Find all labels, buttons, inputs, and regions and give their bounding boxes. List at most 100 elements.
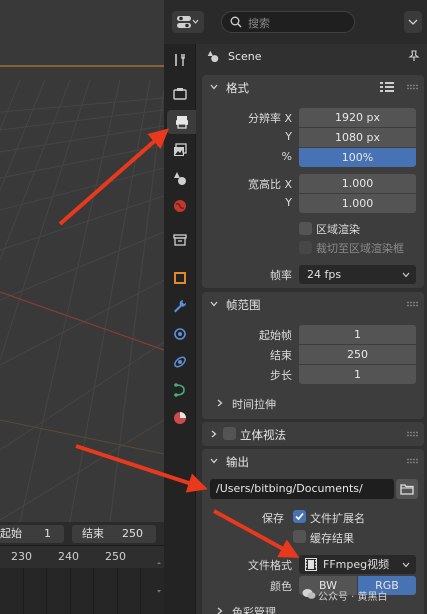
properties-tabs xyxy=(164,44,197,614)
physics-orbit-icon xyxy=(174,356,186,368)
crop-to-region-label: 裁切至区域渲染框 xyxy=(316,242,404,255)
tab-view-layer[interactable] xyxy=(168,138,192,162)
frame-end-field[interactable]: 250 xyxy=(299,345,416,364)
panel-title: 输出 xyxy=(226,455,249,469)
editor-type-button[interactable] xyxy=(172,11,204,33)
start-frame-field[interactable]: 起始 1 xyxy=(0,525,64,543)
chevron-down-icon xyxy=(402,272,410,278)
3d-viewport[interactable] xyxy=(0,0,164,522)
properties-editor-icon xyxy=(177,16,199,28)
chevron-down-icon xyxy=(408,19,418,25)
header-options-dropdown[interactable] xyxy=(404,11,422,33)
timeline-body[interactable] xyxy=(0,568,164,614)
chevron-down-icon xyxy=(210,84,218,90)
start-frame-value: 1 xyxy=(44,527,51,540)
tab-output[interactable] xyxy=(167,110,197,134)
output-printer-icon xyxy=(176,116,188,129)
tick-label: 250 xyxy=(105,550,126,563)
aspect-x-field[interactable]: 1.000 xyxy=(299,174,416,193)
resolution-percent-label: % xyxy=(281,150,292,163)
chevron-right-icon xyxy=(217,607,223,614)
browse-folder-button[interactable] xyxy=(396,479,418,499)
output-panel-header[interactable]: 输出 xyxy=(202,449,424,473)
tab-data[interactable] xyxy=(168,406,192,430)
tab-scene[interactable] xyxy=(168,166,192,190)
drag-grip-icon[interactable] xyxy=(406,458,418,464)
resolution-x-field[interactable]: 1920 px xyxy=(299,108,416,127)
stereoscopy-panel[interactable]: 立体视法 xyxy=(202,422,424,446)
drag-grip-icon[interactable] xyxy=(406,301,418,307)
file-extension-checkbox[interactable] xyxy=(293,510,306,523)
checkmark-icon xyxy=(295,512,304,521)
search-placeholder: 搜索 xyxy=(248,17,270,30)
particles-icon xyxy=(174,328,186,340)
aspect-y-field[interactable]: 1.000 xyxy=(299,194,416,213)
scene-name: Scene xyxy=(228,50,262,63)
file-extension-label: 文件扩展名 xyxy=(310,512,365,525)
tick-label: 230 xyxy=(11,550,32,563)
data-pie-icon xyxy=(174,412,186,424)
context-row: Scene xyxy=(196,44,427,72)
color-management-subpanel[interactable]: 色彩管理 xyxy=(216,603,416,614)
render-camera-back-icon xyxy=(173,88,187,100)
crop-to-region-checkbox[interactable] xyxy=(299,241,312,254)
format-panel-header[interactable]: 格式 xyxy=(202,75,424,99)
time-stretch-subpanel[interactable]: 时间拉伸 xyxy=(216,394,416,412)
scene-context-icon xyxy=(207,50,219,63)
tab-object[interactable] xyxy=(168,266,192,290)
stereoscopy-checkbox[interactable] xyxy=(223,427,236,440)
drag-grip-icon[interactable] xyxy=(406,431,418,437)
file-format-dropdown[interactable]: FFmpeg视频 xyxy=(299,555,416,574)
presets-list-icon[interactable] xyxy=(380,81,394,93)
region-render-checkbox[interactable] xyxy=(299,222,312,235)
tab-collection[interactable] xyxy=(168,228,192,252)
tab-tool[interactable] xyxy=(168,48,192,72)
watermark: 公众号 · 黄黑白 xyxy=(302,588,388,603)
frame-step-field[interactable]: 1 xyxy=(299,365,416,384)
tab-render[interactable] xyxy=(168,82,192,106)
start-frame-label: 起始 xyxy=(0,527,22,540)
tab-physics[interactable] xyxy=(168,350,192,374)
drag-grip-icon[interactable] xyxy=(406,84,418,90)
tab-world[interactable] xyxy=(168,194,192,218)
resolution-percent-slider[interactable]: 100% xyxy=(299,148,416,167)
watermark-text: 公众号 · 黄黑白 xyxy=(318,592,388,603)
wechat-logo-icon xyxy=(302,589,316,599)
timeline-ruler[interactable]: 230 240 250 xyxy=(0,546,164,568)
frame-rate-value: 24 fps xyxy=(307,268,342,281)
output-path-input[interactable]: /Users/bitbing/Documents/ xyxy=(210,479,394,499)
timeline-scrollbar[interactable] xyxy=(157,552,161,612)
properties-content: Scene 格式 分辨率 X 1920 px Y 1080 px % 100% … xyxy=(196,44,427,614)
chevron-right-icon xyxy=(217,399,223,407)
frame-rate-label: 帧率 xyxy=(270,269,292,282)
tab-particles[interactable] xyxy=(168,322,192,346)
tab-modifiers[interactable] xyxy=(168,294,192,318)
timeline-editor[interactable]: 起始 1 结束 250 230 240 250 xyxy=(0,522,164,614)
end-frame-field[interactable]: 结束 250 xyxy=(72,525,156,543)
pin-icon[interactable] xyxy=(408,50,420,62)
folder-icon xyxy=(400,484,414,495)
tab-constraints[interactable] xyxy=(168,378,192,402)
frame-range-panel-header[interactable]: 帧范围 xyxy=(202,292,424,316)
resolution-y-field[interactable]: 1080 px xyxy=(299,128,416,147)
file-format-label: 文件格式 xyxy=(248,559,292,572)
frame-range-panel: 帧范围 起始帧 1 结束 250 步长 1 时间拉伸 xyxy=(202,292,424,419)
frame-start-field[interactable]: 1 xyxy=(299,325,416,344)
search-icon xyxy=(230,16,242,28)
search-input[interactable]: 搜索 xyxy=(221,11,355,33)
object-square-icon xyxy=(174,272,186,284)
properties-header: 搜索 xyxy=(164,0,427,44)
modifier-wrench-icon xyxy=(174,300,187,313)
chevron-down-icon xyxy=(210,301,218,307)
tick-label: 240 xyxy=(58,550,79,563)
file-format-value: FFmpeg视频 xyxy=(323,558,390,571)
frame-rate-dropdown[interactable]: 24 fps xyxy=(299,265,416,284)
view-layer-images-icon xyxy=(174,143,187,156)
tool-wrench-screwdriver-icon xyxy=(175,54,185,66)
chevron-down-icon xyxy=(402,562,410,568)
panel-title: 帧范围 xyxy=(226,298,261,312)
cache-result-checkbox[interactable] xyxy=(293,530,306,543)
resolution-y-label: Y xyxy=(285,130,292,143)
aspect-y-label: Y xyxy=(285,196,292,209)
world-globe-icon xyxy=(174,200,186,212)
